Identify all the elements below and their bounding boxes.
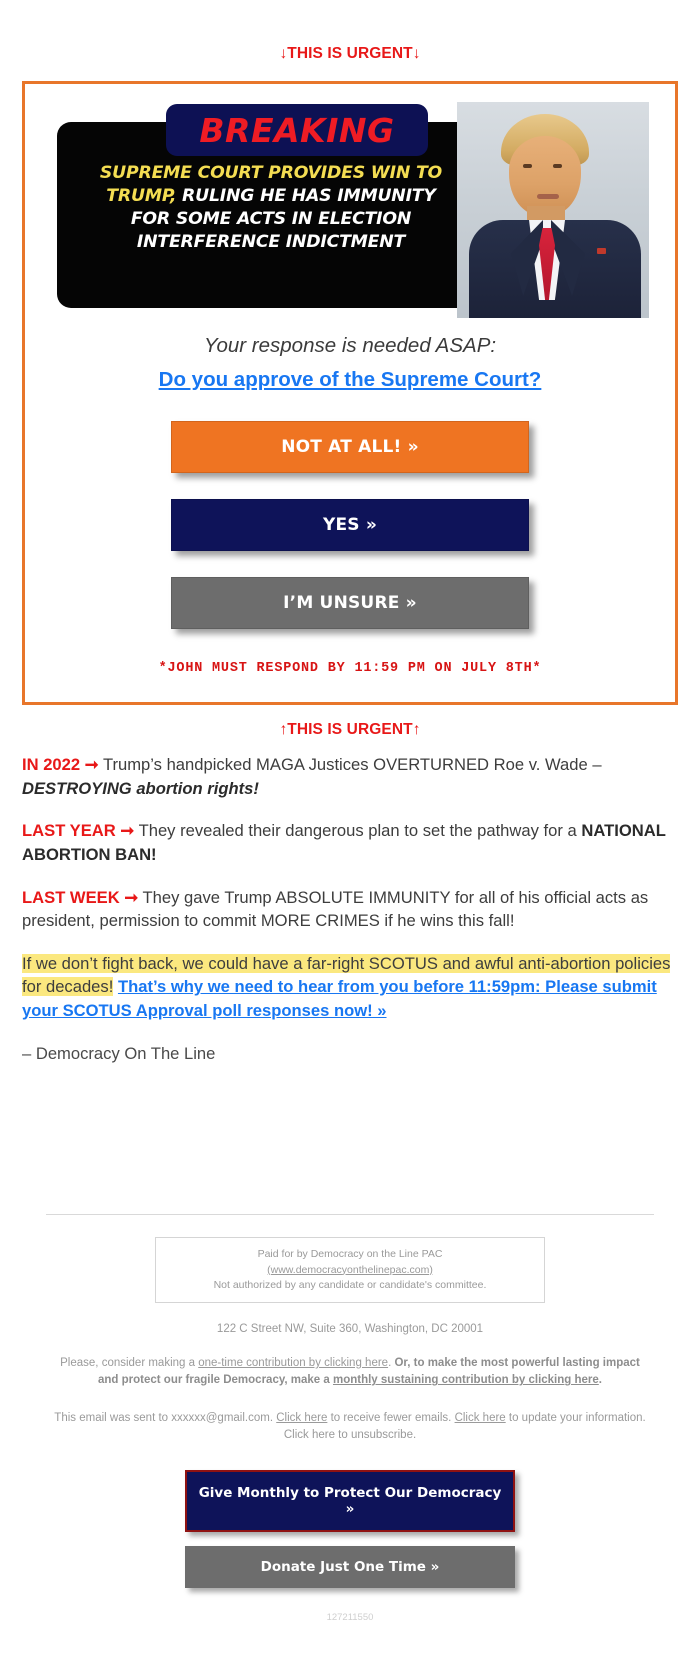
mailing-address: 122 C Street NW, Suite 360, Washington, …: [216, 1323, 484, 1336]
sent-prefix: This email was sent to xxxxxx@gmail.com.: [54, 1411, 277, 1424]
photo-mouth: [537, 194, 559, 199]
disclaimer-line-3: Not authorized by any candidate or candi…: [213, 1278, 487, 1291]
news-headline-line2-rest: RULING HE HAS IMMUNITY: [176, 186, 436, 206]
disclaimer-line-1: Paid for by Democracy on the Line PAC: [257, 1248, 443, 1261]
monthly-contribution-link[interactable]: monthly sustaining contribution by click…: [333, 1374, 599, 1386]
donate-once-button[interactable]: Donate Just One Time »: [185, 1546, 515, 1589]
breaking-badge-label: BREAKING: [199, 110, 395, 150]
breaking-badge: BREAKING: [166, 104, 428, 156]
signoff: – Democracy On The Line: [22, 1044, 216, 1064]
photo-eye-left: [523, 164, 532, 168]
poll-buttons: NOT AT ALL! » YES » I’M UNSURE »: [47, 421, 653, 630]
sent-mid-1: to receive fewer emails.: [327, 1411, 455, 1424]
paragraph-2022-lede: IN 2022 ➞: [22, 755, 99, 775]
urgent-header-top: ↓THIS IS URGENT↓: [279, 45, 421, 62]
question-link[interactable]: Do you approve of the Supreme Court?: [47, 366, 653, 394]
poll-button-not-at-all[interactable]: NOT AT ALL! »: [171, 421, 529, 474]
paragraph-highlighted: If we don’t fight back, we could have a …: [22, 952, 678, 1023]
question-lead: Your response is needed ASAP:: [203, 334, 497, 357]
ask-end: .: [598, 1374, 602, 1387]
paragraph-2022-emphasis: DESTROYING abortion rights!: [22, 778, 259, 798]
paragraph-2022-text: Trump’s handpicked MAGA Justices OVERTUR…: [98, 755, 602, 775]
contribution-ask: Please, consider making a one-time contr…: [50, 1355, 650, 1390]
email-body: IN 2022 ➞ Trump’s handpicked MAGA Justic…: [0, 753, 700, 1064]
pac-disclaimer-box: Paid for by Democracy on the Line PAC (w…: [155, 1237, 545, 1304]
paragraph-last-year: LAST YEAR ➞ They revealed their dangerou…: [22, 819, 678, 866]
ask-prefix: Please, consider making a: [60, 1357, 199, 1370]
urgent-header-middle: ↑THIS IS URGENT↑: [279, 721, 421, 739]
news-headline-line3: FOR SOME ACTS IN ELECTION: [130, 209, 412, 229]
email-page: ↓THIS IS URGENT↓ BREAKING SUPREME COURT …: [0, 0, 700, 1657]
paragraph-last-year-text: They revealed their dangerous plan to se…: [134, 821, 582, 841]
update-info-link[interactable]: Click here: [455, 1412, 506, 1424]
poll-card: BREAKING SUPREME COURT PROVIDES WIN TO T…: [22, 81, 678, 706]
email-id: 127211550: [326, 1612, 374, 1624]
submit-poll-link[interactable]: That’s why we need to hear from you befo…: [22, 977, 657, 1020]
trump-photo: [457, 102, 649, 318]
paragraph-last-year-lede: LAST YEAR ➞: [22, 821, 135, 841]
photo-flag-pin: [597, 248, 606, 254]
disclaimer-url[interactable]: (www.democracyonthelinepac.com): [166, 1263, 534, 1278]
footer-divider: [46, 1214, 654, 1216]
photo-eye-right: [553, 164, 562, 168]
paragraph-last-week: LAST WEEK ➞ They gave Trump ABSOLUTE IMM…: [22, 886, 678, 933]
paragraph-2022: IN 2022 ➞ Trump’s handpicked MAGA Justic…: [22, 753, 678, 800]
paragraph-last-week-lede: LAST WEEK ➞: [22, 887, 139, 907]
email-footer: Paid for by Democracy on the Line PAC (w…: [0, 1214, 700, 1657]
one-time-contribution-link[interactable]: one-time contribution by clicking here: [198, 1357, 388, 1369]
news-headline-line1: SUPREME COURT PROVIDES WIN TO: [99, 163, 443, 183]
news-headline-line2-highlight: TRUMP,: [106, 186, 177, 206]
footer-donate-buttons: Give Monthly to Protect Our Democracy » …: [22, 1470, 678, 1589]
poll-button-unsure[interactable]: I’M UNSURE »: [171, 577, 529, 630]
email-preferences: This email was sent to xxxxxx@gmail.com.…: [50, 1410, 650, 1445]
breaking-news-graphic: BREAKING SUPREME COURT PROVIDES WIN TO T…: [51, 102, 649, 318]
news-headline-line4: INTERFERENCE INDICTMENT: [136, 232, 406, 252]
news-headline: SUPREME COURT PROVIDES WIN TO TRUMP, RUL…: [65, 162, 477, 254]
photo-face: [509, 136, 581, 216]
poll-button-yes[interactable]: YES »: [171, 499, 529, 552]
fewer-emails-link[interactable]: Click here: [276, 1412, 327, 1424]
deadline-text: *JOHN MUST RESPOND BY 11:59 PM ON JULY 8…: [158, 661, 542, 677]
give-monthly-button[interactable]: Give Monthly to Protect Our Democracy »: [185, 1470, 515, 1533]
